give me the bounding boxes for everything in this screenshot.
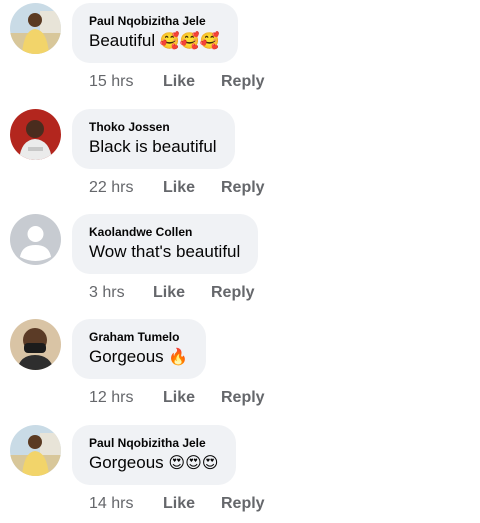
comment-text-line: Black is beautiful xyxy=(89,136,217,158)
comment-bubble: Paul Nqobizitha Jele Beautiful 🥰🥰🥰 xyxy=(72,3,238,63)
comment-text: Gorgeous xyxy=(89,347,164,366)
person-red-background-photo-icon xyxy=(10,109,61,160)
author-avatar[interactable] xyxy=(10,3,61,54)
default-avatar-icon xyxy=(10,214,61,265)
emoji-reaction: 😍😍😍 xyxy=(168,453,219,472)
like-button[interactable]: Like xyxy=(163,495,221,513)
comment-author[interactable]: Paul Nqobizitha Jele xyxy=(89,436,218,452)
author-avatar[interactable] xyxy=(10,319,61,370)
comment-meta: 15 hrs Like Reply xyxy=(89,71,265,93)
comment-item: Thoko Jossen Black is beautiful 22 hrs L… xyxy=(0,109,480,214)
comment-item: Paul Nqobizitha Jele Gorgeous 😍😍😍 14 hrs… xyxy=(0,425,480,523)
comment-author[interactable]: Thoko Jossen xyxy=(89,120,217,136)
comment-item: Graham Tumelo Gorgeous 🔥 12 hrs Like Rep… xyxy=(0,319,480,424)
author-avatar[interactable] xyxy=(10,109,61,160)
comment-text: Beautiful xyxy=(89,31,156,50)
comment-bubble: Kaolandwe Collen Wow that's beautiful xyxy=(72,214,259,274)
person-outdoor-photo-icon xyxy=(10,425,61,476)
comment-text-line: Gorgeous 🔥 xyxy=(89,346,188,368)
reply-button[interactable]: Reply xyxy=(221,495,265,513)
comment-text-line: Wow that's beautiful xyxy=(89,241,240,263)
reply-button[interactable]: Reply xyxy=(221,389,265,407)
comment-item: Paul Nqobizitha Jele Beautiful 🥰🥰🥰 15 hr… xyxy=(0,3,480,108)
like-button[interactable]: Like xyxy=(163,389,221,407)
comment-timestamp[interactable]: 15 hrs xyxy=(89,73,163,91)
comment-text-line: Beautiful 🥰🥰🥰 xyxy=(89,30,220,52)
reply-button[interactable]: Reply xyxy=(221,179,265,197)
comment-bubble: Graham Tumelo Gorgeous 🔥 xyxy=(72,319,207,379)
comment-text: Black is beautiful xyxy=(89,137,217,156)
comment-author[interactable]: Kaolandwe Collen xyxy=(89,225,240,241)
person-outdoor-photo-icon xyxy=(10,3,61,54)
comment-timestamp[interactable]: 12 hrs xyxy=(89,389,163,407)
comment-item: Kaolandwe Collen Wow that's beautiful 3 … xyxy=(0,214,480,319)
comment-meta: 12 hrs Like Reply xyxy=(89,387,265,409)
comment-bubble: Thoko Jossen Black is beautiful xyxy=(72,109,235,169)
emoji-reaction: 🥰🥰🥰 xyxy=(159,31,220,50)
comment-author[interactable]: Graham Tumelo xyxy=(89,330,188,346)
comments-list: Paul Nqobizitha Jele Beautiful 🥰🥰🥰 15 hr… xyxy=(0,0,480,523)
comment-meta: 14 hrs Like Reply xyxy=(89,493,265,515)
author-avatar[interactable] xyxy=(10,425,61,476)
comment-timestamp[interactable]: 14 hrs xyxy=(89,495,163,513)
author-avatar[interactable] xyxy=(10,214,61,265)
emoji-reaction: 🔥 xyxy=(168,347,189,366)
like-button[interactable]: Like xyxy=(153,284,211,302)
comment-text: Wow that's beautiful xyxy=(89,242,241,261)
comment-timestamp[interactable]: 22 hrs xyxy=(89,179,163,197)
comment-text: Gorgeous xyxy=(89,453,164,472)
reply-button[interactable]: Reply xyxy=(211,284,255,302)
like-button[interactable]: Like xyxy=(163,179,221,197)
comment-meta: 22 hrs Like Reply xyxy=(89,177,265,199)
comment-meta: 3 hrs Like Reply xyxy=(89,282,255,304)
comment-timestamp[interactable]: 3 hrs xyxy=(89,284,153,302)
reply-button[interactable]: Reply xyxy=(221,73,265,91)
person-with-mask-photo-icon xyxy=(10,319,61,370)
comment-author[interactable]: Paul Nqobizitha Jele xyxy=(89,14,220,30)
like-button[interactable]: Like xyxy=(163,73,221,91)
comment-bubble: Paul Nqobizitha Jele Gorgeous 😍😍😍 xyxy=(72,425,237,485)
comment-text-line: Gorgeous 😍😍😍 xyxy=(89,452,218,474)
